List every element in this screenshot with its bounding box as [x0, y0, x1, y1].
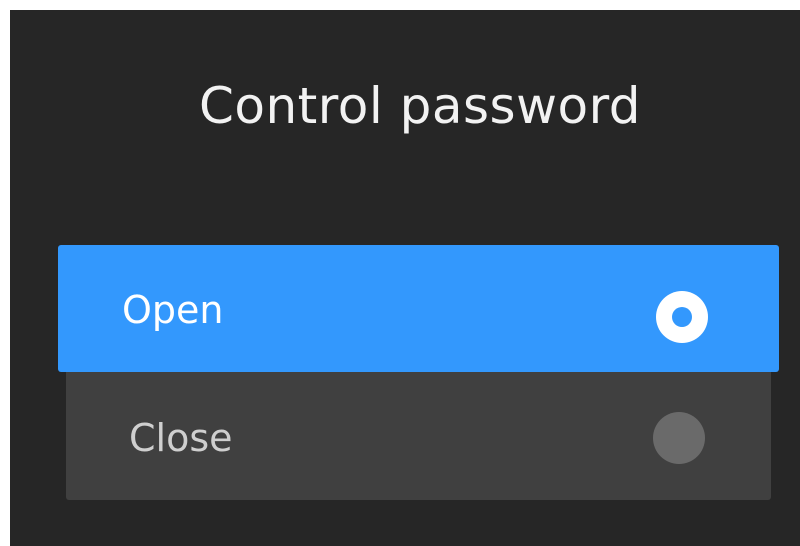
option-open[interactable]: Open — [58, 245, 779, 372]
option-close-label: Close — [129, 416, 233, 460]
radio-unselected-icon[interactable] — [653, 412, 705, 464]
radio-selected-icon[interactable] — [656, 291, 708, 343]
control-password-dialog: Control password Open Close — [10, 10, 800, 546]
option-close[interactable]: Close — [66, 372, 771, 500]
option-open-label: Open — [122, 288, 224, 332]
dialog-title: Control password — [198, 77, 641, 135]
